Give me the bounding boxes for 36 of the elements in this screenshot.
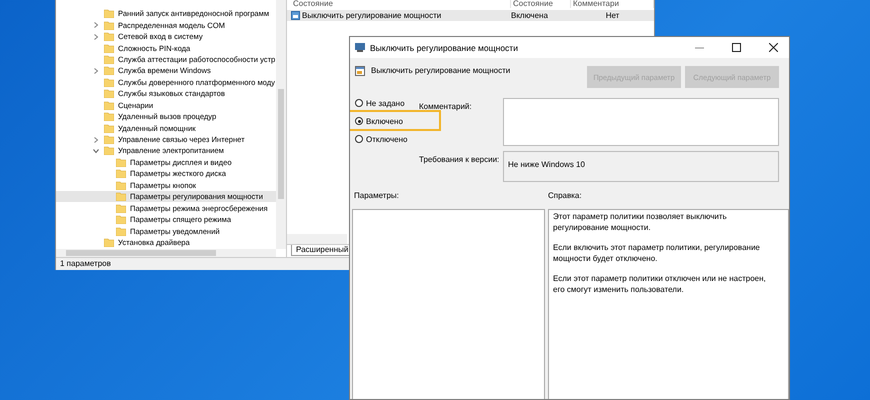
requirements-field: Не ниже Windows 10	[503, 151, 779, 182]
chevron-right-icon[interactable]	[93, 34, 99, 40]
close-icon[interactable]	[768, 43, 778, 52]
table-cell: Выключить регулирование мощности	[302, 11, 442, 20]
setting-name: Выключить регулирование мощности	[371, 66, 510, 75]
column-header[interactable]: Комментари	[571, 0, 654, 8]
column-header[interactable]: Состояние	[291, 0, 511, 8]
radio-button[interactable]	[355, 135, 363, 143]
radio-button[interactable]	[355, 99, 363, 107]
policy-icon	[291, 11, 300, 20]
chevron-down-icon[interactable]	[93, 148, 99, 154]
radio-label[interactable]: Не задано	[366, 98, 405, 108]
window-title: Выключить регулирование мощности	[370, 42, 519, 52]
column-header[interactable]: Состояние	[511, 0, 571, 8]
scrollbar[interactable]	[56, 249, 276, 257]
chevron-right-icon[interactable]	[93, 68, 99, 74]
comment-field[interactable]	[503, 98, 779, 146]
chevron-right-icon[interactable]	[93, 22, 99, 28]
scrollbar[interactable]	[276, 0, 286, 249]
scrollbar[interactable]	[287, 234, 347, 244]
options-label: Параметры:	[353, 191, 400, 202]
window-icon	[355, 43, 365, 52]
maximize-icon[interactable]	[732, 43, 740, 52]
settings-page-icon	[355, 66, 365, 76]
table-cell-text: Включена	[511, 11, 549, 20]
table-cell-text: Нет	[604, 11, 620, 20]
radio-label[interactable]: Отключено	[366, 134, 408, 144]
radio-button[interactable]	[355, 117, 363, 125]
minimize-icon[interactable]	[694, 46, 704, 48]
help-paragraph: Если этот параметр политики отключен или не настроен, его смогут изменить пользователи.	[553, 274, 767, 295]
comment-label: Комментарий:	[419, 101, 473, 113]
chevron-right-icon[interactable]	[93, 136, 99, 143]
radio-label[interactable]: Включено	[366, 116, 403, 126]
help-paragraph: Этот параметр политики позволяет выключить регулирование мощности.	[553, 212, 728, 233]
requirements-label: Требования к версии:	[419, 154, 500, 166]
help-label: Справка:	[548, 191, 583, 202]
